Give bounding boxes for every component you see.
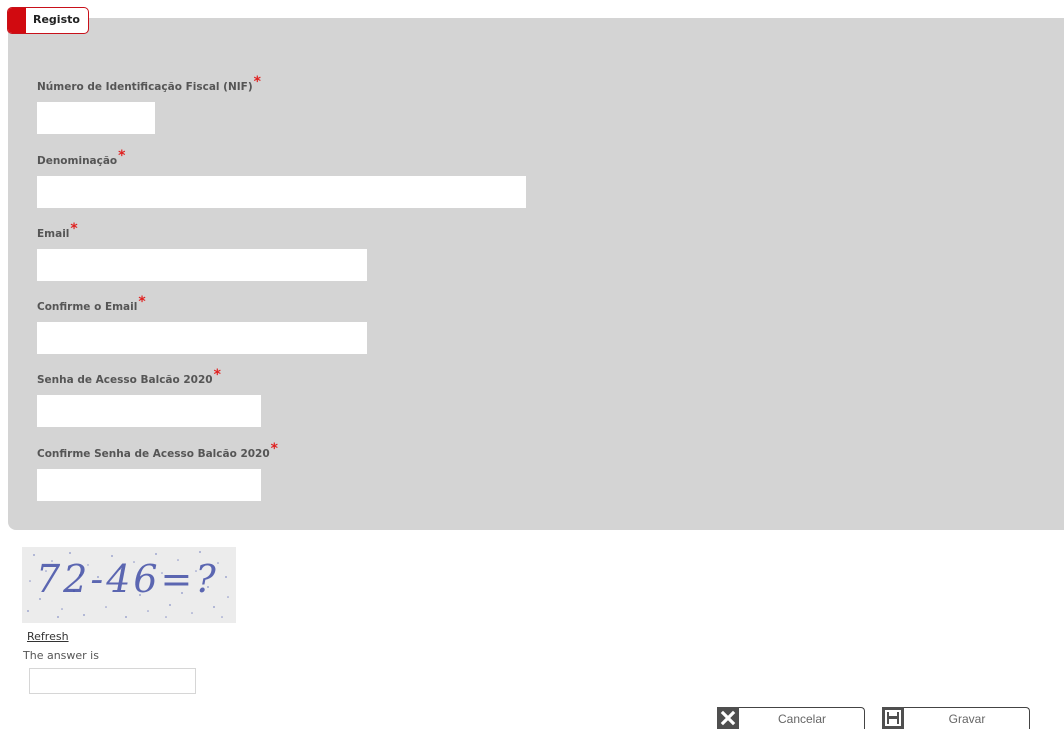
captcha-image: 72-46=? <box>22 547 236 623</box>
nif-label-text: Número de Identificação Fiscal (NIF) <box>37 81 253 93</box>
tab-label: Registo <box>33 13 80 26</box>
required-marker: * <box>118 148 126 164</box>
confirm-password-input[interactable] <box>37 469 261 501</box>
save-button-label: Gravar <box>948 712 986 726</box>
password-label: Senha de Acesso Balcão 2020* <box>37 367 221 387</box>
tab-registo[interactable]: Registo <box>7 7 89 34</box>
confirm-email-label-text: Confirme o Email <box>37 301 138 313</box>
required-marker: * <box>213 367 221 383</box>
save-icon <box>882 707 904 729</box>
captcha-answer-input[interactable] <box>29 668 196 694</box>
password-label-text: Senha de Acesso Balcão 2020 <box>37 374 213 386</box>
required-marker: * <box>253 74 261 90</box>
denominacao-input[interactable] <box>37 176 526 208</box>
required-marker: * <box>70 221 78 237</box>
required-marker: * <box>138 294 146 310</box>
required-marker: * <box>270 441 278 457</box>
email-input[interactable] <box>37 249 367 281</box>
nif-input[interactable] <box>37 102 155 134</box>
captcha-refresh-link[interactable]: Refresh <box>27 630 69 643</box>
captcha-text: 72-46=? <box>36 557 219 601</box>
email-label: Email* <box>37 221 78 241</box>
password-input[interactable] <box>37 395 261 427</box>
confirm-password-label-text: Confirme Senha de Acesso Balcão 2020 <box>37 448 270 460</box>
confirm-password-label: Confirme Senha de Acesso Balcão 2020* <box>37 441 278 461</box>
close-icon <box>717 707 739 729</box>
denominacao-label-text: Denominação <box>37 155 118 167</box>
save-button[interactable]: Gravar <box>882 707 1030 729</box>
denominacao-label: Denominação* <box>37 148 125 168</box>
confirm-email-label: Confirme o Email* <box>37 294 146 314</box>
cancel-button[interactable]: Cancelar <box>717 707 865 729</box>
tab-accent <box>8 8 26 33</box>
confirm-email-input[interactable] <box>37 322 367 354</box>
nif-label: Número de Identificação Fiscal (NIF)* <box>37 74 261 94</box>
cancel-button-label: Cancelar <box>777 712 827 726</box>
captcha-answer-label: The answer is <box>23 649 99 662</box>
email-label-text: Email <box>37 228 70 240</box>
